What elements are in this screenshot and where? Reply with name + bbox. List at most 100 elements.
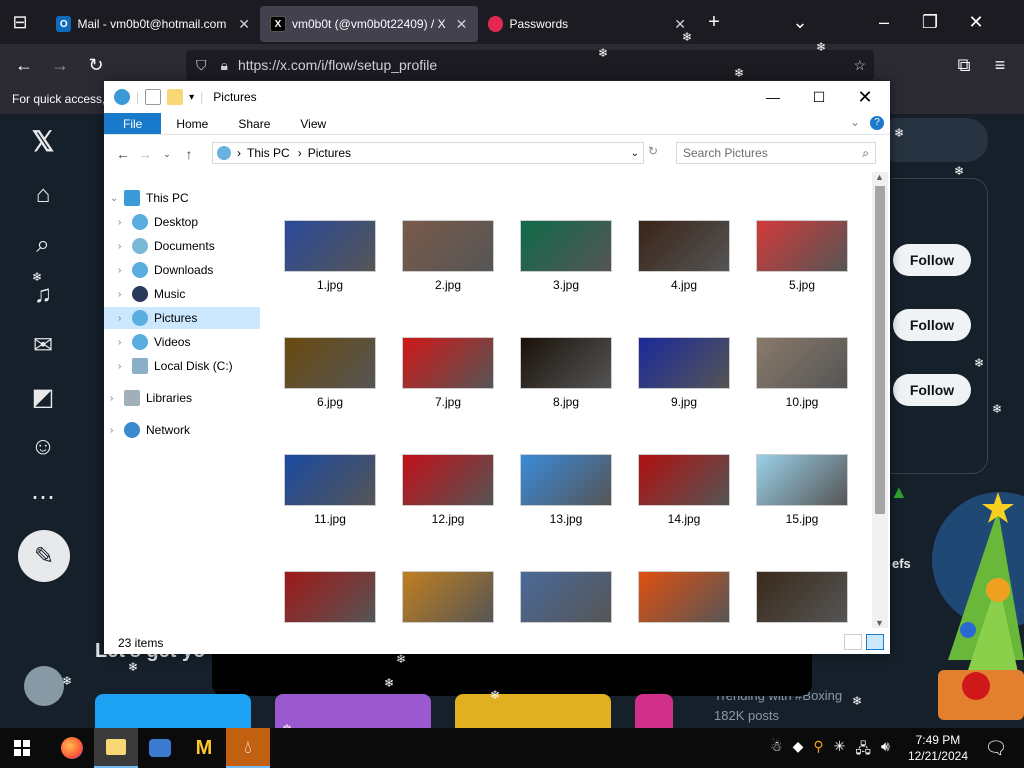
customize-toolbar-icon[interactable]: ▾: [189, 92, 194, 103]
scroll-up-icon[interactable]: ▲: [875, 172, 884, 182]
chevron-right-icon[interactable]: ›: [110, 425, 124, 436]
file-thumbnail[interactable]: 1.jpg: [284, 220, 376, 292]
tab-x-profile[interactable]: X vm0b0t (@vm0b0t22409) / X ✕: [260, 6, 478, 42]
up-arrow-icon[interactable]: ↑: [178, 146, 200, 162]
file-thumbnail[interactable]: 14.jpg: [638, 454, 730, 526]
close-window-icon[interactable]: ✕: [958, 12, 994, 33]
christmas-globe-gadget[interactable]: [928, 480, 1024, 730]
promo-tile[interactable]: [455, 694, 611, 728]
mcdonalds-icon[interactable]: M: [182, 728, 226, 768]
promo-tile[interactable]: [275, 694, 431, 728]
tab-view[interactable]: View: [285, 113, 341, 134]
recent-locations-icon[interactable]: ⌄: [156, 149, 178, 160]
file-thumbnail[interactable]: 4.jpg: [638, 220, 730, 292]
chevron-right-icon[interactable]: ›: [118, 217, 132, 228]
vertical-scrollbar[interactable]: ▲ ▼: [872, 172, 888, 628]
address-dropdown-icon[interactable]: ⌄: [631, 148, 639, 159]
chevron-down-icon[interactable]: ⌄: [110, 193, 124, 204]
forward-icon[interactable]: →: [42, 55, 78, 76]
file-thumbnail[interactable]: [402, 571, 494, 625]
scrollbar-thumb[interactable]: [875, 186, 885, 514]
tab-file[interactable]: File: [104, 113, 162, 134]
tab-passwords[interactable]: Passwords ✕: [478, 6, 696, 42]
search-input[interactable]: Search Pictures ⌕: [676, 142, 876, 164]
file-thumbnail[interactable]: 15.jpg: [756, 454, 848, 526]
follow-button[interactable]: Follow: [893, 374, 971, 406]
people-app-icon[interactable]: [138, 728, 182, 768]
nav-item-desktop[interactable]: › Desktop: [118, 211, 198, 233]
file-thumbnail[interactable]: 13.jpg: [520, 454, 612, 526]
file-thumbnail[interactable]: 10.jpg: [756, 337, 848, 409]
file-thumbnail[interactable]: 12.jpg: [402, 454, 494, 526]
lock-icon[interactable]: 🔒︎: [221, 57, 228, 74]
forward-arrow-icon[interactable]: →: [134, 146, 156, 162]
menu-icon[interactable]: ≡: [982, 55, 1018, 76]
chevron-right-icon[interactable]: ›: [118, 265, 132, 276]
properties-icon[interactable]: [145, 89, 162, 105]
address-bar[interactable]: › This PC › Pictures ⌄: [212, 142, 644, 164]
close-button[interactable]: ✕: [842, 81, 888, 113]
file-thumbnail[interactable]: 5.jpg: [756, 220, 848, 292]
droplet-tray-icon[interactable]: ◆: [793, 738, 804, 762]
file-thumbnail[interactable]: 7.jpg: [402, 337, 494, 409]
nav-item-this-pc[interactable]: ⌄ This PC: [110, 187, 189, 209]
close-tab-icon[interactable]: ✕: [238, 16, 250, 33]
tab-share[interactable]: Share: [223, 113, 285, 134]
new-tab-icon[interactable]: +: [696, 11, 732, 34]
tab-overview-icon[interactable]: ⊟: [2, 12, 38, 33]
x-search-pill[interactable]: [876, 118, 988, 162]
chevron-right-icon[interactable]: ›: [118, 289, 132, 300]
file-thumbnail[interactable]: 11.jpg: [284, 454, 376, 526]
nav-item-documents[interactable]: › Documents: [118, 235, 215, 257]
file-thumbnail[interactable]: [756, 571, 848, 625]
x-logo-icon[interactable]: 𝕏: [26, 124, 60, 158]
follow-button[interactable]: Follow: [893, 309, 971, 341]
restore-icon[interactable]: ❐: [912, 12, 948, 33]
grok-icon[interactable]: ◩: [26, 380, 60, 414]
file-thumbnail[interactable]: [284, 571, 376, 625]
messages-mail-icon[interactable]: ✉: [26, 328, 60, 362]
start-windows-icon[interactable]: [0, 728, 44, 768]
bookmark-star-icon[interactable]: ☆: [853, 57, 866, 74]
close-tab-icon[interactable]: ✕: [456, 16, 468, 33]
explore-search-icon[interactable]: ⌕: [26, 228, 60, 262]
nav-item-videos[interactable]: › Videos: [118, 331, 190, 353]
clock[interactable]: 7:49 PM 12/21/2024: [908, 732, 968, 764]
large-icons-view-icon[interactable]: [866, 634, 884, 650]
file-thumbnail[interactable]: [638, 571, 730, 625]
nav-item-music[interactable]: › Music: [118, 283, 185, 305]
explorer-app-icon[interactable]: [114, 89, 130, 105]
chevron-right-icon[interactable]: ›: [118, 337, 132, 348]
promo-tile[interactable]: [95, 694, 251, 728]
reload-icon[interactable]: ↻: [78, 55, 114, 76]
expand-ribbon-icon[interactable]: ⌄: [850, 115, 860, 129]
chevron-right-icon[interactable]: ›: [118, 313, 132, 324]
breadcrumb-this-pc[interactable]: This PC: [247, 146, 290, 160]
refresh-icon[interactable]: ↻: [648, 144, 658, 158]
minimize-icon[interactable]: –: [866, 12, 902, 33]
compose-post-icon[interactable]: ✎: [18, 530, 70, 582]
nav-item-downloads[interactable]: › Downloads: [118, 259, 213, 281]
tab-home[interactable]: Home: [161, 113, 223, 134]
snowflake-tray-icon[interactable]: ✳: [834, 738, 846, 762]
droplet-app-icon[interactable]: 💧︎: [226, 728, 270, 768]
tray-app-icon[interactable]: ☃: [770, 738, 783, 762]
network-tray-icon[interactable]: 🖧︎: [855, 738, 871, 762]
follow-button[interactable]: Follow: [893, 244, 971, 276]
file-thumbnail[interactable]: [520, 571, 612, 625]
nav-item-pictures[interactable]: › Pictures: [104, 307, 260, 329]
avatar[interactable]: [24, 666, 64, 706]
file-thumbnail[interactable]: 8.jpg: [520, 337, 612, 409]
list-tabs-icon[interactable]: ⌄: [782, 12, 818, 33]
help-icon[interactable]: ?: [870, 116, 884, 130]
extensions-icon[interactable]: ⧉: [946, 55, 982, 76]
nav-item-network[interactable]: › Network: [110, 419, 190, 441]
back-icon[interactable]: ←: [6, 55, 42, 76]
nav-item-libraries[interactable]: › Libraries: [110, 387, 192, 409]
file-explorer-taskbar-icon[interactable]: [94, 728, 138, 768]
promo-tile[interactable]: [635, 694, 673, 728]
details-view-icon[interactable]: [844, 634, 862, 650]
shield-icon[interactable]: ⛉: [196, 57, 207, 74]
home-icon[interactable]: ⌂: [26, 178, 60, 212]
chevron-right-icon[interactable]: ›: [110, 393, 124, 404]
